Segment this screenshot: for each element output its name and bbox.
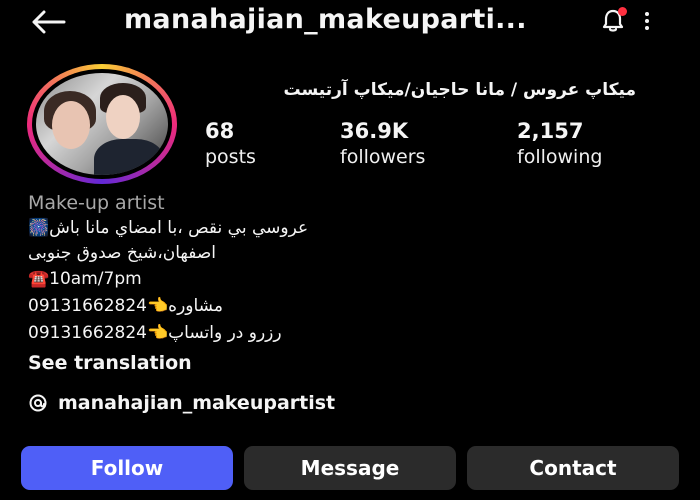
avatar-photo — [36, 73, 168, 175]
see-translation-link[interactable]: See translation — [28, 352, 192, 374]
follow-button[interactable]: Follow — [21, 446, 233, 490]
followers-stat[interactable]: 36.9K followers — [340, 118, 425, 170]
posts-stat[interactable]: 68 posts — [205, 118, 256, 170]
notification-bell-button[interactable] — [600, 7, 627, 34]
threads-username: manahajian_makeupartist — [58, 392, 336, 414]
profile-avatar[interactable] — [27, 64, 177, 184]
notification-badge — [618, 7, 627, 16]
back-arrow-icon — [32, 10, 66, 34]
profile-display-name: میکاپ عروس / مانا حاجیان/میکاپ آرتیست — [283, 80, 636, 100]
bio-line: 09131662824👈مشاوره — [28, 296, 223, 316]
bio-line: 09131662824👈رزرو در واتساپ — [28, 323, 282, 343]
bio-line: اصفهان،شیخ صدوق جنوبی — [28, 243, 216, 263]
message-button[interactable]: Message — [244, 446, 456, 490]
bio-line: ☎️10am/7pm — [28, 269, 142, 289]
posts-count: 68 — [205, 119, 235, 143]
more-options-button[interactable] — [636, 6, 658, 36]
profile-category: Make-up artist — [28, 192, 165, 214]
following-count: 2,157 — [517, 119, 584, 143]
contact-button[interactable]: Contact — [467, 446, 679, 490]
profile-username: manahajian_makeuparti... — [124, 4, 527, 35]
back-button[interactable] — [26, 6, 70, 38]
following-stat[interactable]: 2,157 following — [517, 118, 602, 170]
followers-count: 36.9K — [340, 119, 409, 143]
bio-line: 🎆عروسي بي نقص ،با امضاي مانا باش — [28, 218, 309, 238]
followers-label: followers — [340, 146, 426, 168]
threads-profile-link[interactable]: manahajian_makeupartist — [28, 392, 335, 414]
following-label: following — [517, 146, 603, 168]
posts-label: posts — [205, 146, 256, 168]
threads-icon — [28, 393, 48, 413]
more-options-icon — [645, 12, 649, 30]
top-bar: manahajian_makeuparti... — [0, 0, 700, 44]
